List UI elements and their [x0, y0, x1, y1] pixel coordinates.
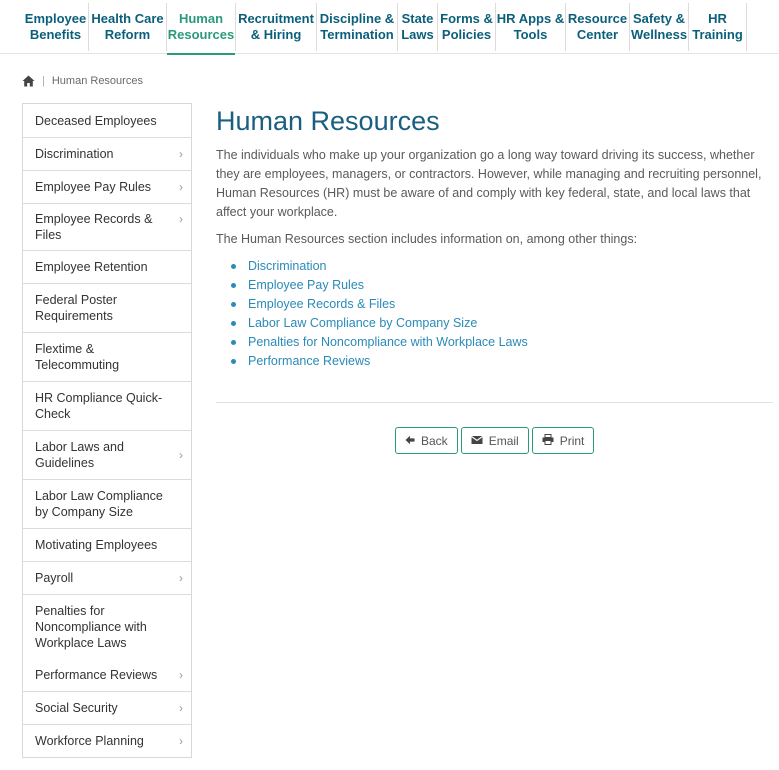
sidebar-item-label: Employee Records & Files — [35, 212, 153, 242]
sidebar-item-social-security[interactable]: Social Security › — [23, 691, 191, 724]
sidebar-item-label: Federal Poster Requirements — [35, 293, 117, 323]
link-penalties-noncompliance[interactable]: Penalties for Noncompliance with Workpla… — [248, 335, 528, 349]
nav-separator — [746, 3, 747, 51]
sidebar-item-penalties-noncompliance[interactable]: Penalties for Noncompliance with Workpla… — [23, 594, 191, 658]
sidebar-item-label: Workforce Planning — [35, 734, 144, 748]
sidebar-item-label: Employee Retention — [35, 260, 148, 274]
sidebar-item-label: Labor Laws and Guidelines — [35, 440, 124, 470]
sidebar-item-label: Employee Pay Rules — [35, 180, 152, 194]
sidebar-item-label: Discrimination — [35, 147, 114, 161]
link-employee-pay-rules[interactable]: Employee Pay Rules — [248, 278, 364, 292]
bullet-icon — [231, 264, 236, 269]
sidebar-item-labor-law-compliance-company-size[interactable]: Labor Law Compliance by Company Size — [23, 479, 191, 528]
page-actions: Back Email Print — [395, 427, 595, 454]
sidebar-item-label: Labor Law Compliance by Company Size — [35, 489, 163, 519]
chevron-right-icon: › — [179, 667, 183, 682]
sidebar-item-flextime-telecommuting[interactable]: Flextime & Telecommuting — [23, 332, 191, 381]
bullet-icon — [231, 302, 236, 307]
main-content: Human Resources The individuals who make… — [216, 104, 776, 371]
email-button[interactable]: Email — [460, 427, 529, 454]
email-button-label: Email — [488, 433, 519, 448]
link-employee-records-files[interactable]: Employee Records & Files — [248, 297, 395, 311]
list-item: Performance Reviews — [231, 352, 776, 371]
sidebar-item-employee-pay-rules[interactable]: Employee Pay Rules › — [23, 170, 191, 203]
list-item: Employee Records & Files — [231, 295, 776, 314]
nav-tab-discipline-termination[interactable]: Discipline & Termination — [317, 0, 397, 54]
link-labor-law-compliance[interactable]: Labor Law Compliance by Company Size — [248, 316, 477, 330]
list-item: Labor Law Compliance by Company Size — [231, 314, 776, 333]
sidebar-menu: Deceased Employees Discrimination › Emplo… — [22, 103, 192, 758]
sidebar-item-label: Penalties for Noncompliance with Workpla… — [35, 603, 147, 650]
list-item: Discrimination — [231, 257, 776, 276]
sidebar-item-label: HR Compliance Quick-Check — [35, 391, 163, 421]
link-performance-reviews[interactable]: Performance Reviews — [248, 354, 370, 368]
sidebar-item-employee-retention[interactable]: Employee Retention — [23, 250, 191, 283]
chevron-right-icon: › — [179, 212, 183, 226]
section-lead-text: The Human Resources section includes inf… — [216, 232, 638, 246]
back-button-label: Back — [421, 433, 448, 448]
link-discrimination[interactable]: Discrimination — [248, 259, 327, 273]
bullet-icon — [231, 340, 236, 345]
print-button[interactable]: Print — [531, 427, 595, 454]
sidebar-item-label: Social Security — [35, 701, 118, 715]
back-button[interactable]: Back — [395, 427, 458, 454]
nav-tab-human-resources[interactable]: Human Resources — [167, 0, 235, 55]
nav-tab-resource-center[interactable]: Resource Center — [566, 0, 629, 54]
printer-icon — [542, 433, 554, 448]
nav-tab-state-laws[interactable]: State Laws — [398, 0, 437, 54]
page-title: Human Resources — [216, 106, 440, 136]
home-icon[interactable] — [22, 75, 35, 87]
nav-tab-forms-policies[interactable]: Forms & Policies — [438, 0, 495, 54]
sidebar-item-federal-poster-requirements[interactable]: Federal Poster Requirements — [23, 283, 191, 332]
sidebar-item-labor-laws-guidelines[interactable]: Labor Laws and Guidelines › — [23, 430, 191, 479]
sidebar-item-discrimination[interactable]: Discrimination › — [23, 137, 191, 170]
sidebar-item-label: Performance Reviews — [35, 667, 158, 682]
sidebar-item-employee-records-files[interactable]: Employee Records & Files › — [23, 203, 191, 250]
nav-tab-hr-training[interactable]: HR Training — [689, 0, 746, 54]
breadcrumb: | Human Resources — [22, 74, 143, 88]
sidebar-item-label: Motivating Employees — [35, 538, 158, 552]
sidebar-item-label: Flextime & Telecommuting — [35, 342, 120, 372]
sidebar-item-payroll[interactable]: Payroll › — [23, 561, 191, 594]
bullet-icon — [231, 359, 236, 364]
bullet-icon — [231, 283, 236, 288]
sidebar-item-label: Payroll — [35, 571, 74, 585]
chevron-right-icon: › — [179, 571, 183, 585]
chevron-right-icon: › — [179, 448, 183, 462]
sidebar-item-motivating-employees[interactable]: Motivating Employees — [23, 528, 191, 561]
intro-paragraph: The individuals who make up your organiz… — [216, 148, 762, 219]
arrow-left-icon — [405, 434, 415, 448]
sidebar-item-performance-reviews[interactable]: Performance Reviews › — [23, 658, 191, 691]
chevron-right-icon: › — [179, 734, 183, 748]
chevron-right-icon: › — [179, 180, 183, 194]
sidebar-item-label: Deceased Employees — [35, 113, 157, 128]
sidebar-item-hr-compliance-quick-check[interactable]: HR Compliance Quick-Check — [23, 381, 191, 430]
nav-tab-employee-benefits[interactable]: Employee Benefits — [23, 0, 88, 54]
chevron-right-icon: › — [179, 701, 183, 715]
nav-tab-safety-wellness[interactable]: Safety & Wellness — [630, 0, 688, 54]
print-button-label: Print — [559, 433, 585, 448]
list-item: Employee Pay Rules — [231, 276, 776, 295]
breadcrumb-separator: | — [42, 75, 45, 87]
bullet-icon — [231, 321, 236, 326]
breadcrumb-current: Human Resources — [51, 75, 143, 87]
sidebar-item-workforce-planning[interactable]: Workforce Planning › — [23, 724, 191, 757]
nav-tab-health-care-reform[interactable]: Health Care Reform — [89, 0, 166, 54]
list-item: Penalties for Noncompliance with Workpla… — [231, 333, 776, 352]
sidebar-item-deceased-employees[interactable]: Deceased Employees — [23, 104, 191, 137]
nav-tab-hr-apps-tools[interactable]: HR Apps & Tools — [496, 0, 565, 54]
content-divider — [216, 402, 773, 403]
top-navigation: Employee Benefits Health Care Reform Hum… — [0, 0, 779, 55]
chevron-right-icon: › — [179, 147, 183, 161]
topic-link-list: Discrimination Employee Pay Rules Employ… — [231, 257, 776, 371]
nav-tab-recruitment-hiring[interactable]: Recruitment & Hiring — [236, 0, 316, 54]
envelope-icon — [470, 434, 483, 448]
